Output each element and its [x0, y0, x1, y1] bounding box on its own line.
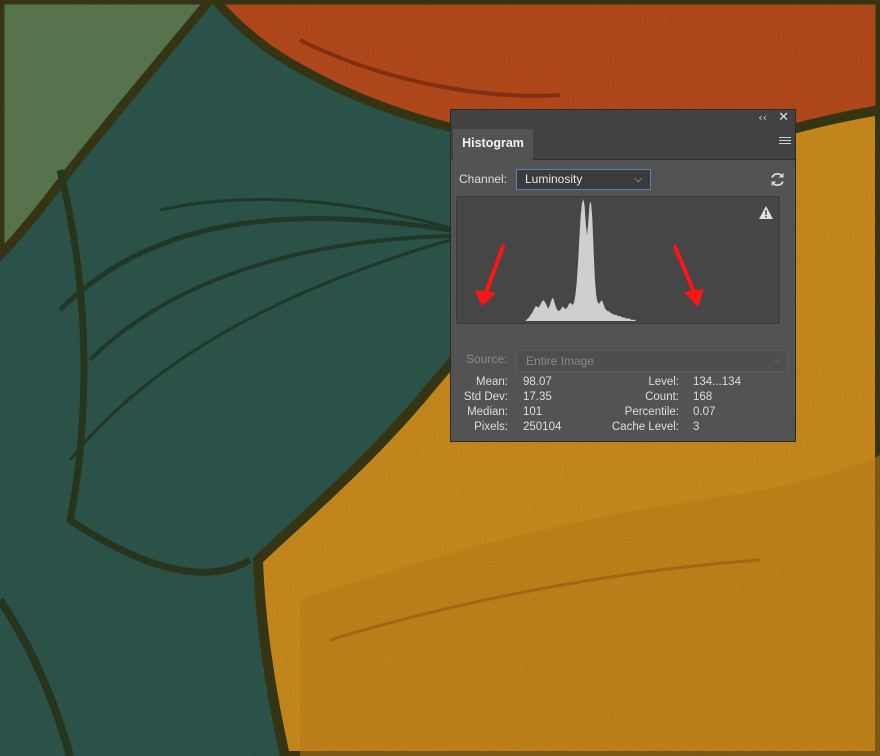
histogram-graph: [456, 196, 780, 324]
channel-label: Channel:: [459, 172, 508, 186]
channel-select[interactable]: Luminosity ⌵: [516, 169, 651, 190]
chevron-down-icon: ⌵: [634, 174, 642, 185]
stat-cache-level-value: 3: [693, 421, 700, 433]
stat-mean-label: Mean:: [476, 376, 508, 388]
histogram-plot: [457, 199, 779, 321]
stat-count-label: Count:: [645, 391, 679, 403]
close-icon[interactable]: ✕: [778, 110, 789, 126]
warning-triangle-icon[interactable]: [758, 205, 774, 220]
stat-mean-value: 98.07: [523, 376, 552, 388]
tab-histogram[interactable]: Histogram: [453, 129, 533, 161]
panel-titlebar[interactable]: ‹‹ ✕: [451, 110, 795, 127]
collapse-double-chevron-icon[interactable]: ‹‹: [758, 111, 767, 125]
stat-median-value: 101: [523, 406, 543, 418]
stat-cache-level-label: Cache Level:: [611, 421, 679, 433]
histogram-curve: [457, 199, 779, 321]
source-select-value: Entire Image: [526, 354, 595, 368]
stat-pixels-label: Pixels:: [474, 421, 508, 433]
stat-median-label: Median:: [467, 406, 508, 418]
stat-level-value: 134...134: [693, 376, 741, 388]
stat-percentile-label: Percentile:: [624, 406, 679, 418]
stat-percentile-value: 0.07: [693, 406, 716, 418]
stat-level-label: Level:: [648, 376, 679, 388]
stat-count-value: 168: [693, 391, 713, 403]
histogram-panel: ‹‹ ✕ Histogram Channel: Luminosity ⌵ Sou…: [450, 109, 796, 442]
panel-tabbar: Histogram: [451, 127, 795, 161]
source-select[interactable]: Entire Image ⌵: [516, 350, 788, 372]
chevron-down-icon: ⌵: [773, 355, 781, 366]
stat-pixels-value: 250104: [523, 421, 562, 433]
panel-menu-icon[interactable]: [779, 135, 791, 149]
stat-stddev-value: 17.35: [523, 391, 552, 403]
refresh-icon[interactable]: [769, 171, 786, 188]
channel-select-value: Luminosity: [525, 172, 583, 186]
stat-stddev-label: Std Dev:: [463, 391, 508, 403]
source-label: Source:: [466, 352, 508, 366]
